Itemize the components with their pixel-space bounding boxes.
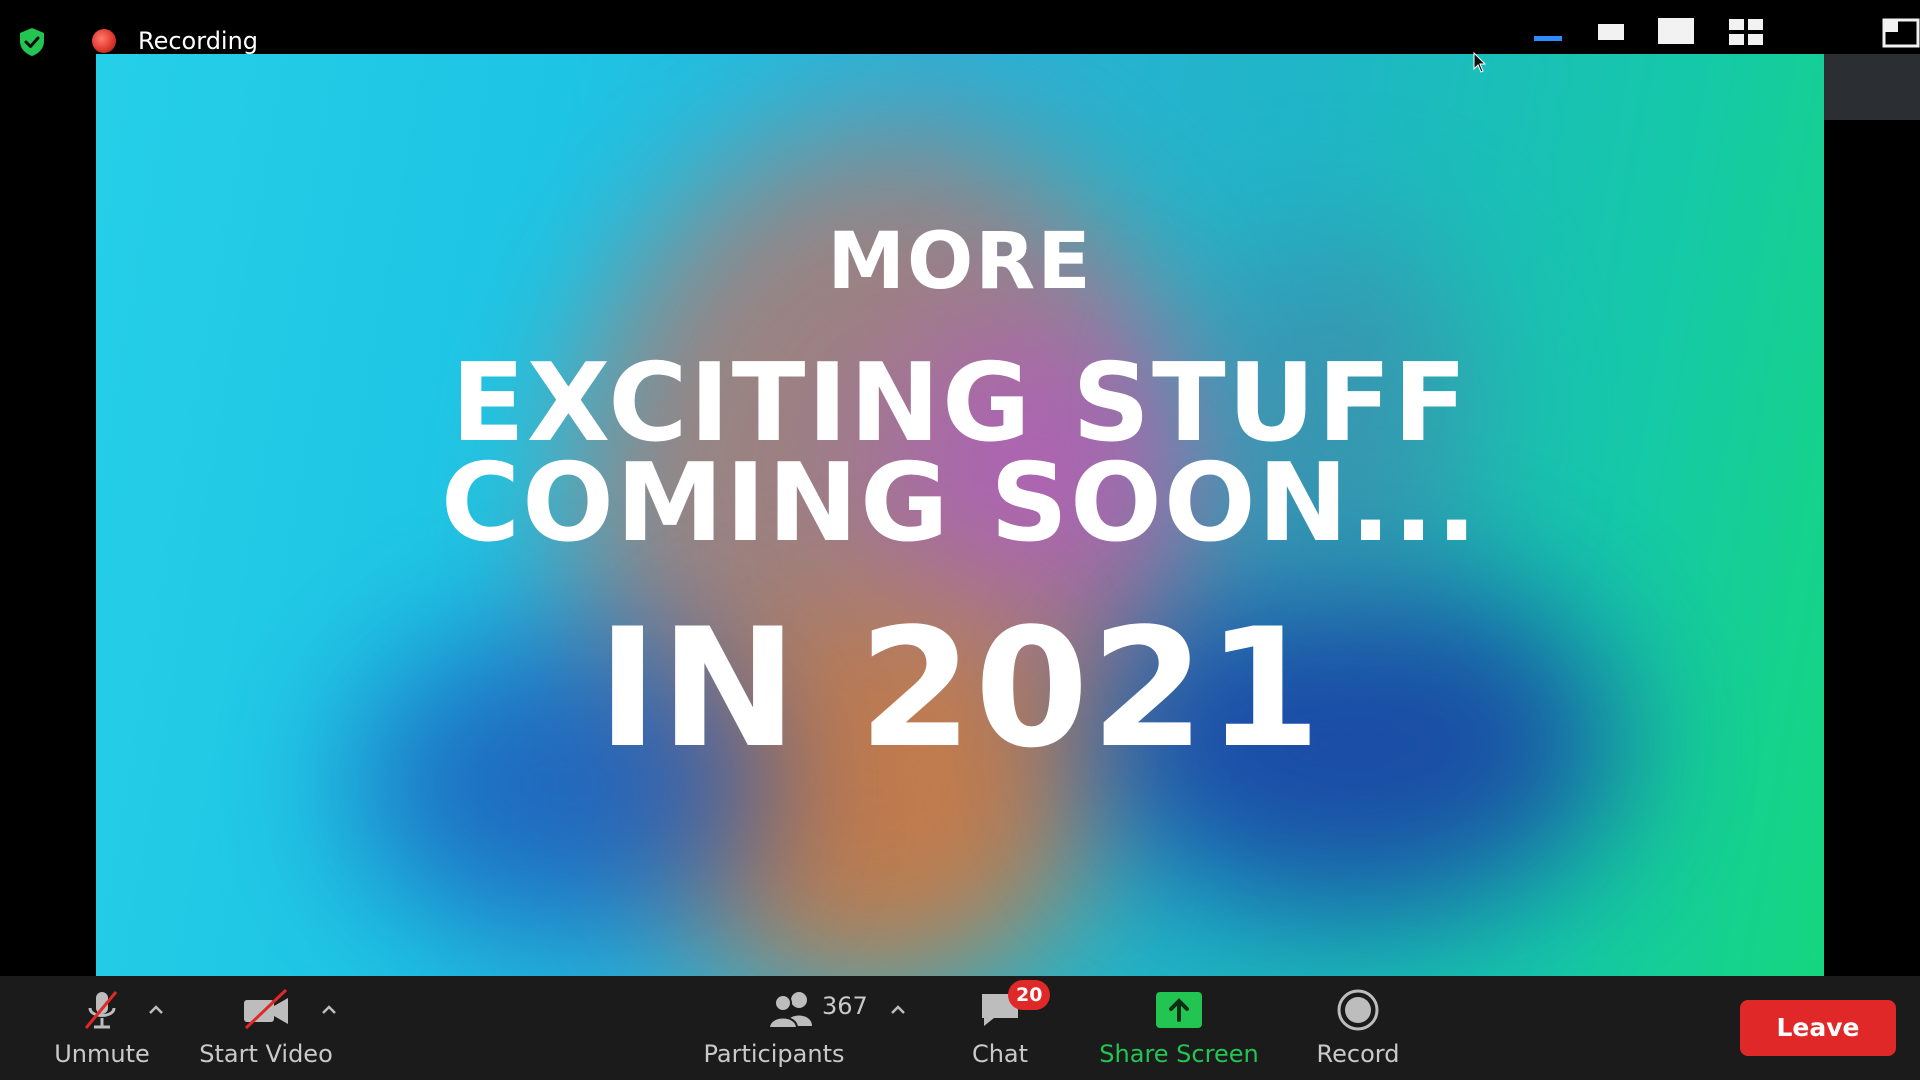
minimize-view-icon[interactable]	[1530, 14, 1566, 52]
muted-microphone-icon	[84, 991, 118, 1029]
unmute-button[interactable]: Unmute	[50, 976, 154, 1080]
participants-button[interactable]: 367 Participants	[704, 976, 870, 1080]
speaker-view-icon[interactable]	[1596, 14, 1626, 52]
chat-label: Chat	[971, 1040, 1029, 1068]
headline-more: MORE	[827, 217, 1093, 307]
chat-button[interactable]: 20 Chat	[950, 976, 1051, 1080]
top-bar: Recording	[0, 0, 1920, 56]
mouse-cursor-icon	[1473, 52, 1487, 73]
record-button[interactable]: Record	[1308, 976, 1408, 1080]
start-video-label: Start Video	[199, 1040, 333, 1068]
meeting-toolbar: Unmute Start Video 367 Participants 20 C	[0, 976, 1920, 1080]
recording-indicator-icon	[92, 29, 116, 53]
share-screen-button[interactable]: Share Screen	[1094, 976, 1264, 1080]
participants-count: 367	[822, 992, 868, 1020]
share-screen-label: Share Screen	[1099, 1040, 1259, 1068]
participants-options-caret-icon[interactable]	[886, 998, 910, 1022]
participants-icon	[767, 992, 812, 1029]
chat-unread-badge: 20	[1008, 980, 1051, 1010]
side-panel-icon[interactable]	[1880, 14, 1920, 52]
headline-coming-soon: COMING SOON...	[440, 441, 1480, 566]
gallery-view-icon[interactable]	[1726, 14, 1766, 52]
record-label: Record	[1316, 1040, 1400, 1068]
recording-label: Recording	[138, 27, 259, 55]
share-screen-icon	[1156, 992, 1202, 1028]
unmute-label: Unmute	[54, 1040, 150, 1068]
video-off-icon	[244, 988, 288, 1030]
leave-button[interactable]: Leave	[1740, 1000, 1896, 1056]
audio-options-caret-icon[interactable]	[144, 998, 168, 1022]
video-options-caret-icon[interactable]	[317, 998, 341, 1022]
fullscreen-view-icon[interactable]	[1656, 14, 1696, 52]
participants-label: Participants	[703, 1040, 845, 1068]
record-icon	[1337, 989, 1379, 1031]
start-video-button[interactable]: Start Video	[196, 976, 336, 1080]
headline-year: IN 2021	[597, 593, 1323, 784]
shared-screen-content: MORE EXCITING STUFF COMING SOON... IN 20…	[96, 54, 1824, 976]
security-shield-icon[interactable]	[16, 26, 48, 58]
